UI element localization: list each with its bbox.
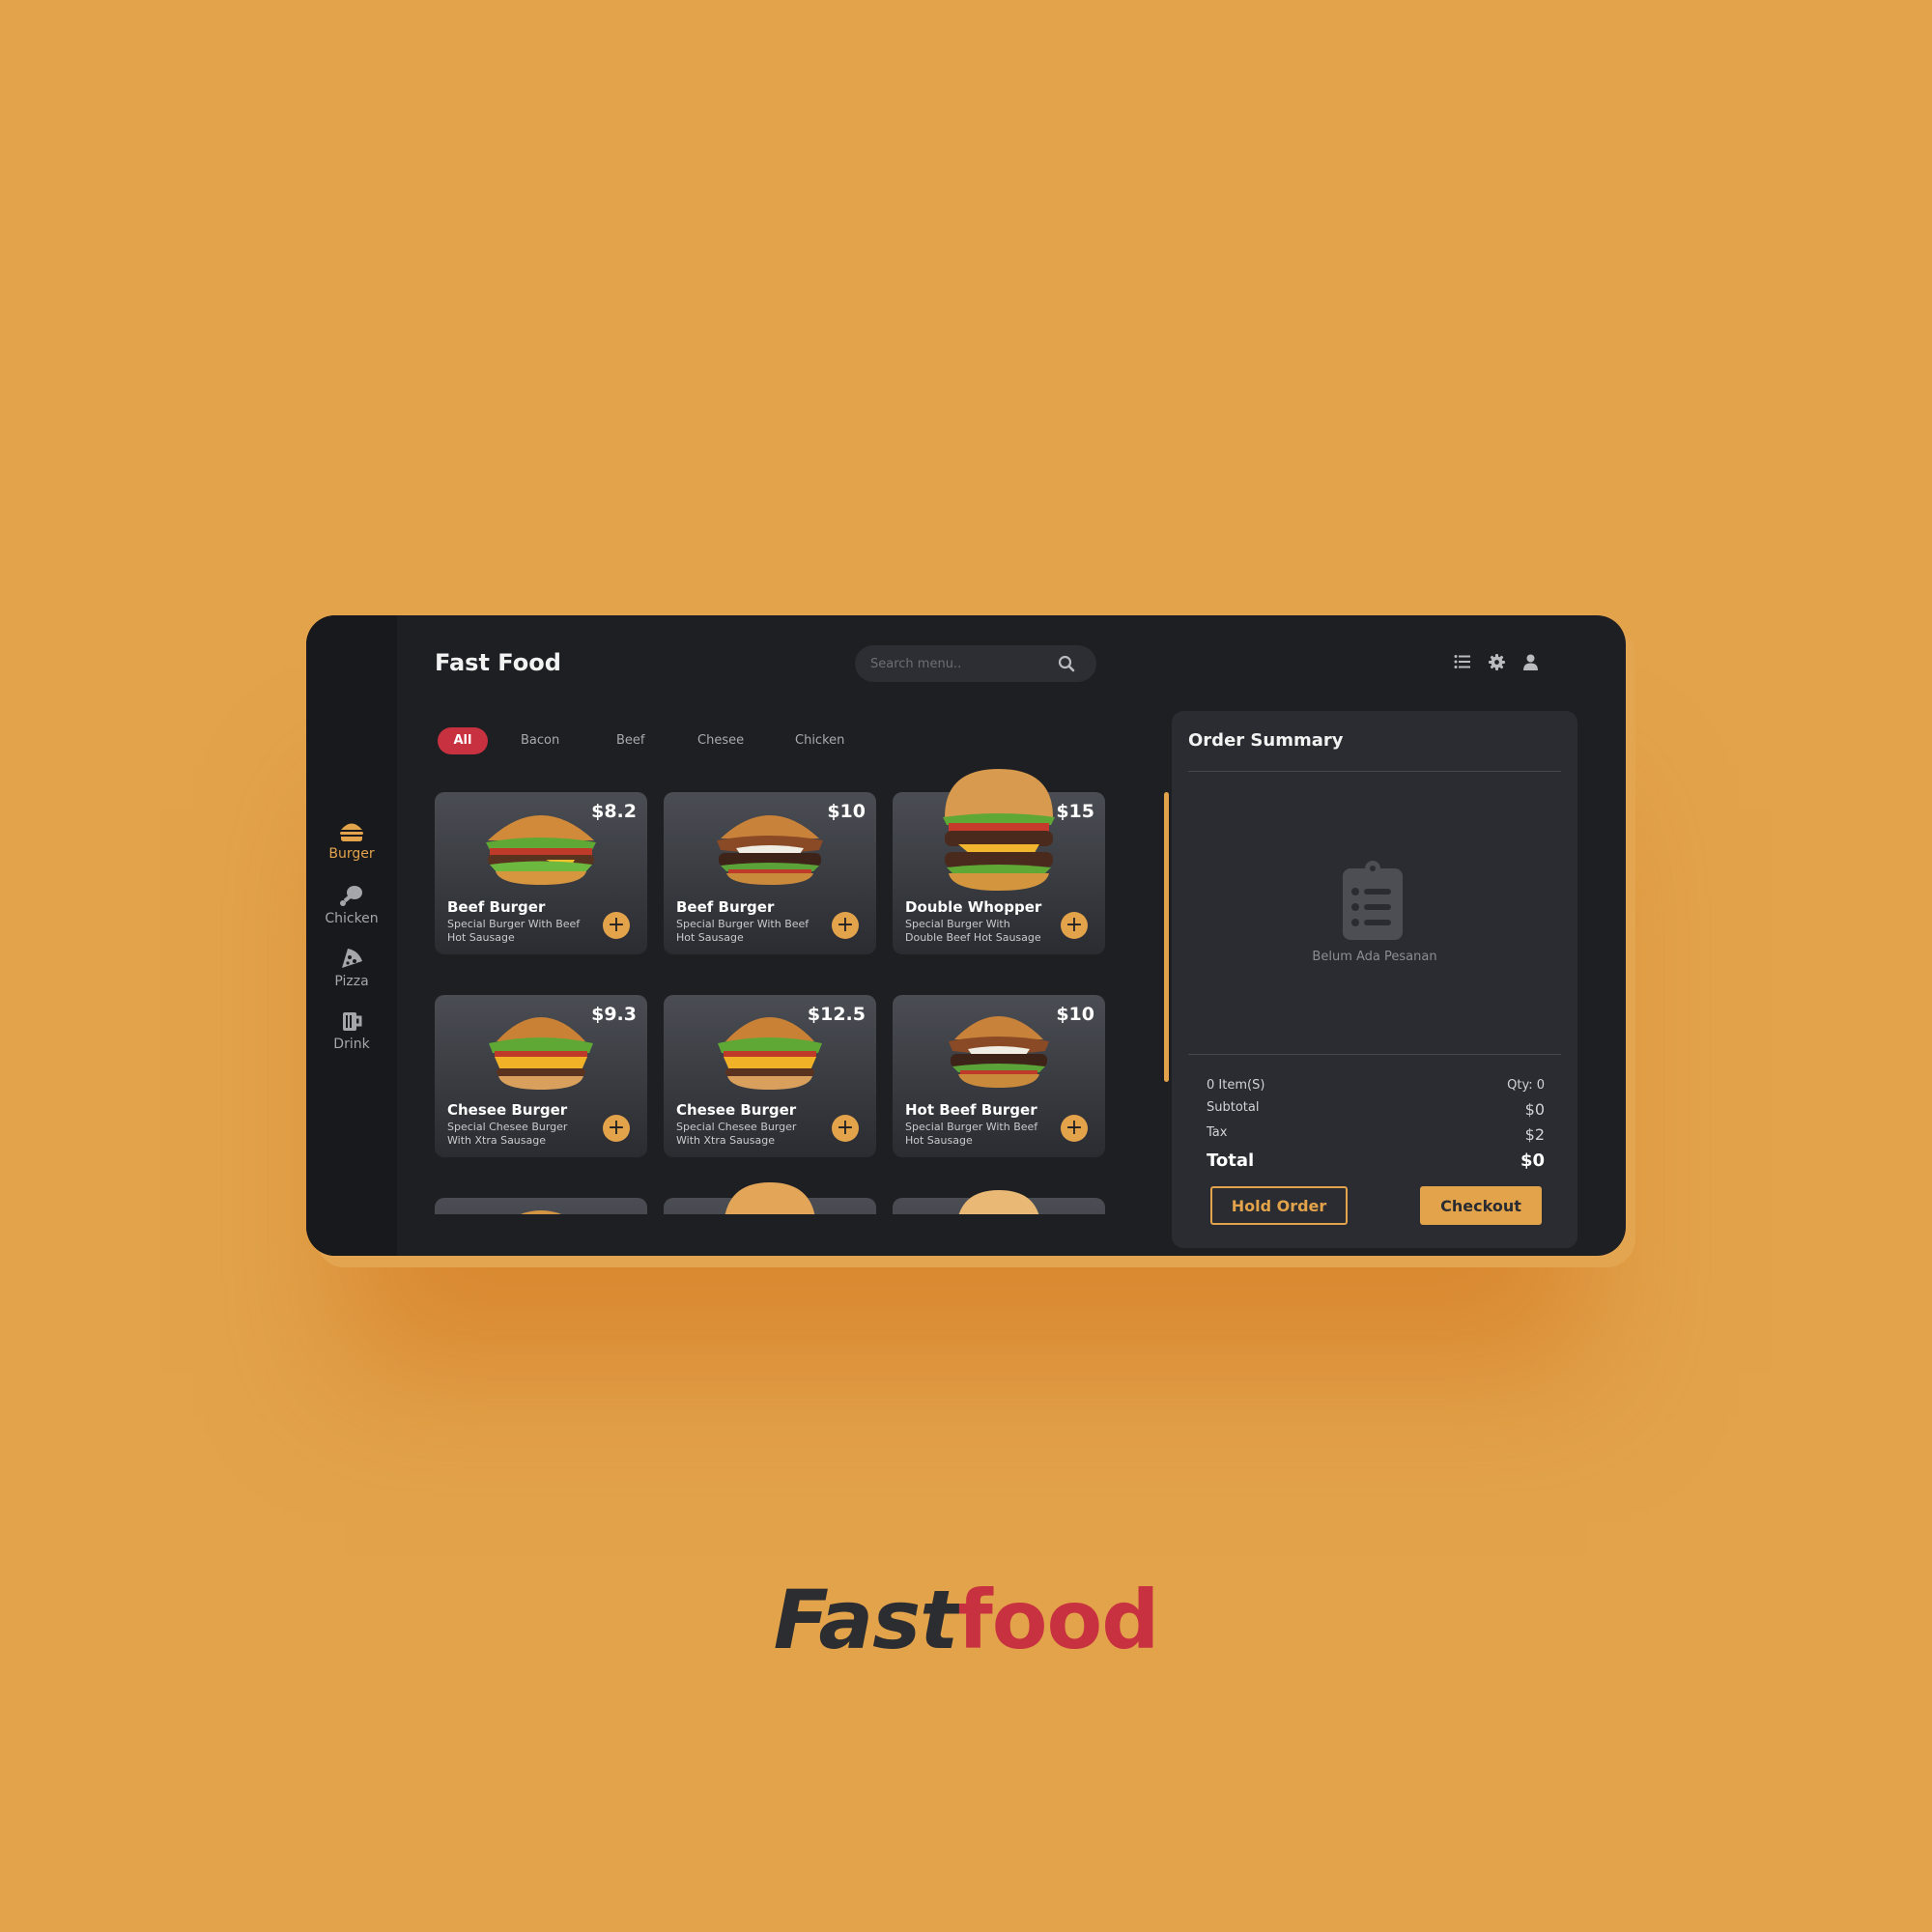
empty-order-message: Belum Ada Pesanan <box>1312 950 1437 964</box>
sidebar-item-label: Drink <box>333 1037 370 1052</box>
burger-image <box>724 1182 815 1214</box>
brand-wordmark-part2: food <box>957 1573 1159 1667</box>
user-icon[interactable] <box>1523 654 1538 670</box>
total-row: Total $0 <box>1207 1151 1545 1171</box>
burger-icon <box>340 823 363 841</box>
search-icon[interactable] <box>1058 655 1075 672</box>
subtotal-label: Subtotal <box>1207 1100 1260 1115</box>
page-title: Fast Food <box>435 649 561 676</box>
sidebar-item-label: Chicken <box>325 911 379 926</box>
product-description: Special Burger With Beef Hot Sausage <box>905 1121 1038 1147</box>
hold-order-button[interactable]: Hold Order <box>1210 1186 1348 1225</box>
drumstick-icon <box>340 886 362 906</box>
product-grid: $8.2 Beef Burger Special Burger With Bee… <box>435 760 1111 1214</box>
product-price: $8.2 <box>591 801 637 822</box>
list-icon[interactable] <box>1454 654 1471 669</box>
filter-chip-all[interactable]: All <box>438 727 488 754</box>
burger-image <box>958 1190 1039 1214</box>
items-count: 0 Item(S) <box>1207 1078 1265 1093</box>
total-label: Total <box>1207 1151 1255 1171</box>
pizza-icon <box>342 949 362 968</box>
product-card[interactable]: $9.3 Chesee Burger Special Chesee Burger… <box>435 995 647 1157</box>
tax-label: Tax <box>1207 1125 1228 1140</box>
filter-chip-chesee[interactable]: Chesee <box>697 727 744 754</box>
product-description: Special Chesee Burger With Xtra Sausage <box>676 1121 797 1147</box>
product-card[interactable]: $8.2 Beef Burger Special Burger With Bee… <box>435 792 647 954</box>
burger-image <box>949 1016 1049 1088</box>
tax-value: $2 <box>1524 1125 1545 1144</box>
sidebar-item-label: Burger <box>328 846 375 862</box>
add-to-order-button[interactable]: + <box>603 1115 630 1142</box>
product-card[interactable] <box>893 1190 1105 1214</box>
clipboard-list-icon <box>1343 861 1403 940</box>
burger-image <box>489 1017 593 1090</box>
add-to-order-button[interactable]: + <box>832 912 859 939</box>
app-window: Burger Chicken Pizza Drink Fast Food Sea… <box>306 615 1626 1256</box>
product-description: Special Burger With Beef Hot Sausage <box>447 918 581 944</box>
tax-row: Tax $2 <box>1207 1125 1545 1144</box>
sidebar: Burger Chicken Pizza Drink <box>306 615 397 1256</box>
burger-image <box>717 815 823 885</box>
product-name: Chesee Burger <box>447 1101 568 1119</box>
filter-chip-bacon[interactable]: Bacon <box>521 727 559 754</box>
add-to-order-button[interactable]: + <box>603 912 630 939</box>
product-price: $10 <box>1056 1004 1094 1025</box>
product-card[interactable] <box>664 1182 876 1214</box>
burger-image <box>486 815 596 885</box>
sidebar-item-chicken[interactable]: Chicken <box>306 884 397 942</box>
product-price: $10 <box>827 801 866 822</box>
add-to-order-button[interactable]: + <box>1061 912 1088 939</box>
qty-count: Qty: 0 <box>1507 1078 1545 1093</box>
product-card[interactable]: $10 Hot Beef Burger Special Burger With … <box>893 995 1105 1157</box>
sidebar-item-burger[interactable]: Burger <box>306 821 397 879</box>
search-box <box>855 645 1096 682</box>
mug-icon <box>343 1012 362 1031</box>
product-price: $12.5 <box>807 1004 866 1025</box>
order-summary-title: Order Summary <box>1188 730 1344 751</box>
gear-icon[interactable] <box>1489 654 1505 670</box>
product-name: Chesee Burger <box>676 1101 797 1119</box>
product-card[interactable]: $10 Beef Burger Special Burger With Beef… <box>664 792 876 954</box>
subtotal-row: Subtotal $0 <box>1207 1100 1545 1119</box>
product-name: Double Whopper <box>905 898 1042 916</box>
subtotal-value: $0 <box>1524 1100 1545 1119</box>
add-to-order-button[interactable]: + <box>1061 1115 1088 1142</box>
sidebar-item-drink[interactable]: Drink <box>306 1009 397 1067</box>
menu-scrollbar[interactable] <box>1164 792 1169 1082</box>
divider <box>1188 1054 1561 1055</box>
divider <box>1188 771 1561 772</box>
product-price: $9.3 <box>591 1004 637 1025</box>
total-value: $0 <box>1520 1151 1545 1171</box>
product-description: Special Burger With Beef Hot Sausage <box>676 918 810 944</box>
product-name: Hot Beef Burger <box>905 1101 1037 1119</box>
brand-wordmark: Fastfood <box>0 1573 1932 1667</box>
burger-image <box>521 1210 561 1214</box>
items-count-row: 0 Item(S) Qty: 0 <box>1207 1078 1545 1093</box>
add-to-order-button[interactable]: + <box>832 1115 859 1142</box>
sidebar-item-label: Pizza <box>334 974 369 989</box>
order-summary-panel: Order Summary Belum Ada Pesanan 0 Item(S… <box>1172 711 1577 1248</box>
brand-wordmark-part1: Fast <box>773 1573 959 1667</box>
product-card[interactable]: $12.5 Chesee Burger Special Chesee Burge… <box>664 995 876 1157</box>
product-name: Beef Burger <box>447 898 546 916</box>
product-card[interactable]: $15 Double Whopper Special Burger With D… <box>893 769 1105 954</box>
product-description: Special Chesee Burger With Xtra Sausage <box>447 1121 568 1147</box>
sidebar-item-pizza[interactable]: Pizza <box>306 947 397 1005</box>
search-input[interactable] <box>870 645 1054 682</box>
product-price: $15 <box>1056 801 1094 822</box>
burger-image <box>943 769 1055 891</box>
product-card[interactable] <box>435 1198 647 1214</box>
product-description: Special Burger With Double Beef Hot Saus… <box>905 918 1041 944</box>
filter-chip-chicken[interactable]: Chicken <box>795 727 844 754</box>
filter-chip-beef[interactable]: Beef <box>616 727 645 754</box>
product-name: Beef Burger <box>676 898 775 916</box>
checkout-button[interactable]: Checkout <box>1420 1186 1542 1225</box>
